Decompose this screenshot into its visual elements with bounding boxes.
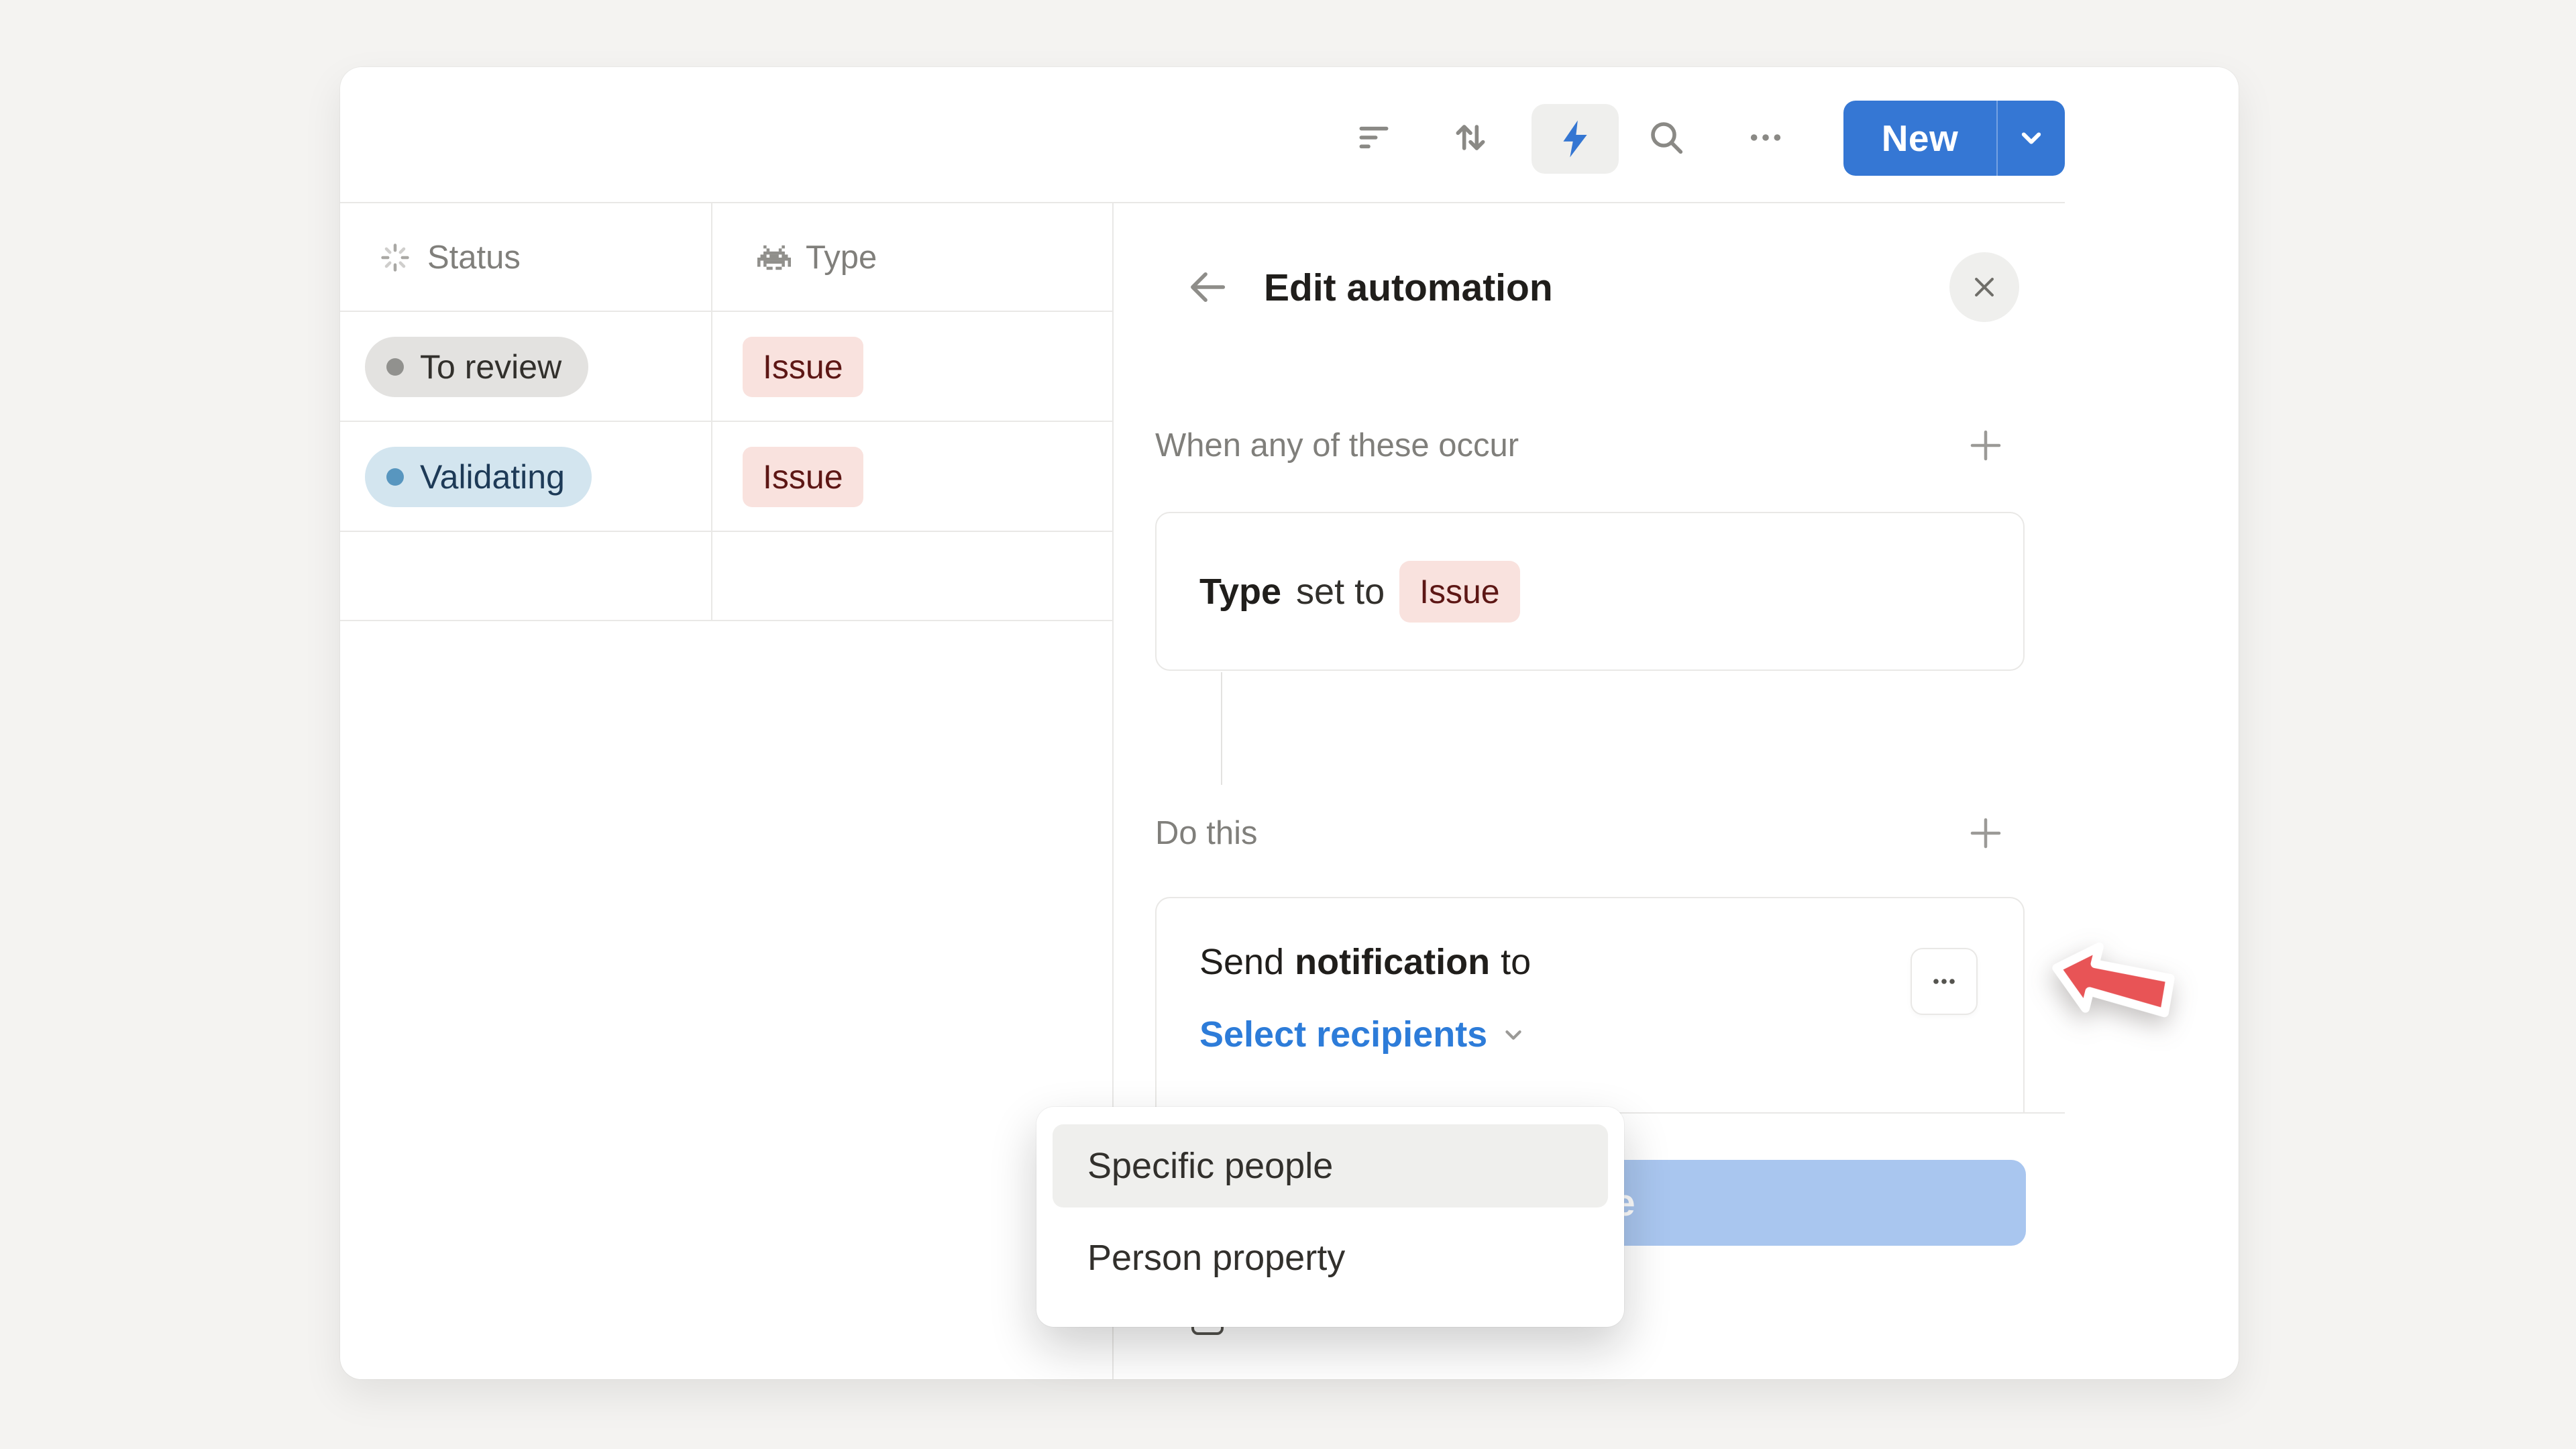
left-arrow-icon [2039, 918, 2188, 1047]
recipients-dropdown-menu: Specific people Person property [1036, 1107, 1624, 1327]
plus-icon [1964, 424, 2007, 467]
close-icon [1970, 272, 1999, 302]
row-border-3 [340, 620, 1112, 621]
sort-button[interactable] [1446, 117, 1495, 158]
header-row-border [340, 311, 1112, 312]
column-header-type-label: Type [806, 239, 877, 276]
table-row-1-type-cell[interactable]: Issue [743, 337, 863, 397]
chevron-down-icon [1498, 1019, 1529, 1050]
action-suffix: to [1501, 941, 1531, 983]
table-row-2-status-cell[interactable]: Validating [365, 447, 592, 507]
row-border-2 [340, 531, 1112, 532]
bug-invader-icon [757, 245, 791, 270]
annotation-arrow [2039, 918, 2188, 1047]
column-header-status-label: Status [427, 239, 521, 276]
column-divider-status-type [711, 203, 712, 621]
status-property-icon [378, 240, 413, 275]
close-panel-button[interactable] [1949, 252, 2019, 322]
new-button[interactable]: New [1843, 101, 1996, 176]
trigger-section-label: When any of these occur [1155, 424, 1519, 467]
menu-item-specific-people[interactable]: Specific people [1053, 1124, 1608, 1208]
type-tag-issue: Issue [743, 447, 863, 507]
status-pill-to-review: To review [365, 337, 588, 397]
add-action-button[interactable] [1962, 809, 2010, 857]
select-recipients-dropdown[interactable]: Select recipients [1199, 1014, 2023, 1055]
row-border-1 [340, 421, 1112, 422]
column-header-status[interactable]: Status [378, 237, 521, 278]
sort-icon [1449, 116, 1492, 159]
automations-button[interactable] [1532, 104, 1619, 174]
chevron-down-icon [2013, 120, 2049, 156]
app-window: New Status [340, 67, 2239, 1379]
search-button[interactable] [1642, 117, 1690, 158]
more-options-button[interactable] [1741, 117, 1790, 158]
type-tag-issue: Issue [743, 337, 863, 397]
trigger-middle-text: set to [1296, 571, 1385, 612]
new-button-group: New [1843, 101, 2065, 176]
filter-icon [1352, 116, 1395, 159]
toolbar-divider [340, 202, 2065, 203]
filter-button[interactable] [1350, 117, 1398, 158]
action-bold: notification [1295, 941, 1490, 983]
arrow-left-icon [1184, 264, 1231, 311]
search-icon [1645, 116, 1688, 159]
status-pill-label: To review [420, 347, 561, 386]
trigger-card-text: Type set to Issue [1157, 513, 2023, 669]
back-button[interactable] [1179, 263, 1236, 311]
action-card[interactable]: Send notification to Select recipients [1155, 897, 2025, 1114]
action-card-more-button[interactable] [1911, 948, 1978, 1015]
ellipsis-icon [1744, 116, 1787, 159]
new-button-label: New [1882, 117, 1959, 160]
status-dot [386, 358, 404, 376]
lightning-bolt-icon [1553, 117, 1597, 161]
plus-icon [1964, 812, 2007, 855]
ellipsis-icon [1928, 965, 1960, 998]
trigger-card[interactable]: Type set to Issue [1155, 512, 2025, 671]
status-pill-label: Validating [420, 458, 565, 496]
new-dropdown-button[interactable] [1998, 101, 2065, 176]
column-header-type[interactable]: Type [757, 237, 877, 278]
select-recipients-label: Select recipients [1199, 1014, 1487, 1055]
status-dot [386, 468, 404, 486]
page-background: { "toolbar": { "new_label": "New", "icon… [0, 0, 2576, 1449]
table-row-1-status-cell[interactable]: To review [365, 337, 588, 397]
status-pill-validating: Validating [365, 447, 592, 507]
flow-connector-line [1221, 672, 1222, 785]
panel-title: Edit automation [1264, 266, 1553, 310]
trigger-value-tag: Issue [1399, 561, 1520, 623]
action-section-label: Do this [1155, 812, 1258, 855]
menu-item-person-property[interactable]: Person property [1053, 1208, 1608, 1308]
action-prefix: Send [1199, 941, 1284, 983]
add-trigger-button[interactable] [1962, 421, 2010, 470]
trigger-property: Type [1199, 571, 1281, 612]
action-card-text: Send notification to [1157, 898, 2023, 983]
table-row-2-type-cell[interactable]: Issue [743, 447, 863, 507]
